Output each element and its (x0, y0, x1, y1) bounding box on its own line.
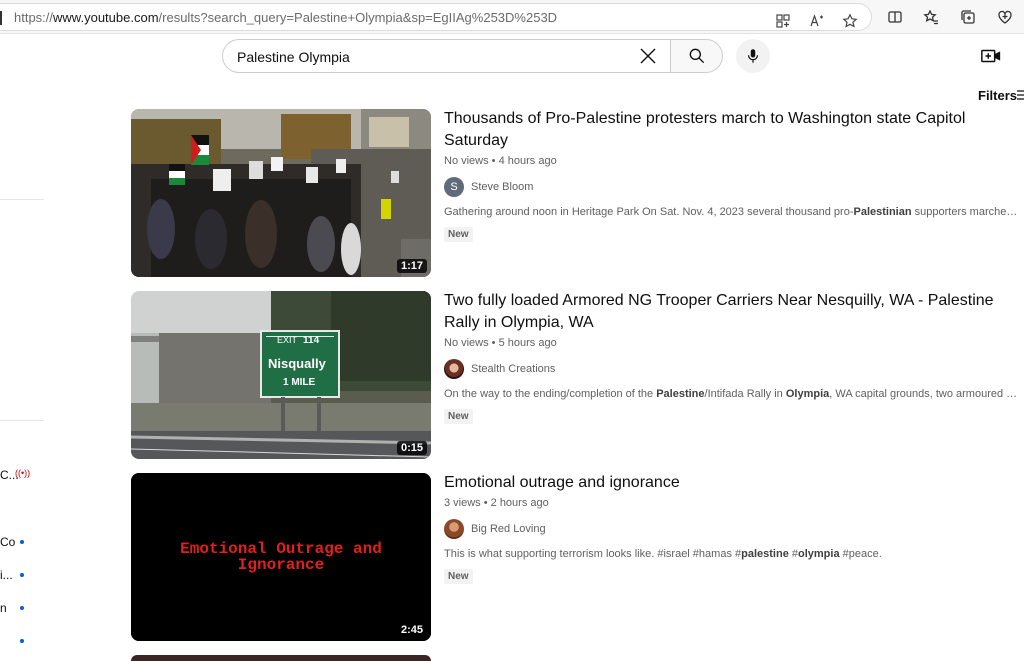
sidebar-item-subscription[interactable]: i... (0, 568, 13, 582)
new-content-dot (20, 639, 24, 643)
close-icon (640, 48, 656, 64)
channel-name[interactable]: Steve Bloom (471, 181, 533, 193)
channel-info[interactable]: Stealth Creations (444, 359, 1022, 379)
channel-avatar[interactable] (444, 359, 464, 379)
read-aloud-icon[interactable] (807, 11, 827, 31)
channel-avatar[interactable] (444, 519, 464, 539)
video-info: Two fully loaded Armored NG Trooper Carr… (444, 291, 1022, 424)
apps-icon[interactable] (773, 11, 793, 31)
new-content-dot (20, 540, 24, 544)
sign-exit-number: 114 (303, 335, 320, 346)
sidebar-item-subscription[interactable]: n (0, 601, 7, 615)
new-content-dot (20, 606, 24, 610)
create-video-button[interactable] (978, 44, 1004, 68)
sidebar-item-subscription[interactable]: Co (0, 535, 15, 549)
clear-search-button[interactable] (636, 44, 660, 68)
video-info: Thousands of Pro-Palestine protesters ma… (444, 109, 1022, 242)
channel-info[interactable]: Big Red Loving (444, 519, 1022, 539)
microphone-icon (747, 49, 759, 63)
search-icon (689, 48, 704, 64)
video-description: On the way to the ending/completion of t… (444, 388, 1022, 400)
collections-icon[interactable] (958, 7, 978, 27)
address-url[interactable]: https://www.youtube.com/results?search_q… (14, 10, 557, 25)
address-bar[interactable]: https://www.youtube.com/results?search_q… (0, 3, 872, 31)
favorites-icon[interactable] (921, 7, 941, 27)
video-duration: 1:17 (396, 259, 427, 273)
protest-march-image (131, 109, 431, 277)
video-result[interactable]: EXIT 114 Nisqually 1 MILE 0:15 Two fully… (131, 291, 1024, 461)
extensions-heart-icon[interactable] (995, 7, 1015, 27)
search-query-text[interactable]: Palestine Olympia (237, 49, 350, 65)
channel-info[interactable]: S Steve Bloom (444, 177, 1022, 197)
channel-avatar[interactable]: S (444, 177, 464, 197)
video-title[interactable]: Two fully loaded Armored NG Trooper Carr… (444, 290, 1022, 334)
new-badge: New (444, 227, 473, 242)
video-thumbnail-partial[interactable] (131, 655, 431, 661)
filters-button[interactable]: Filters (978, 88, 1017, 103)
video-result[interactable]: 1:17 Thousands of Pro-Palestine proteste… (131, 109, 1024, 279)
video-meta: No views • 5 hours ago (444, 337, 557, 349)
video-meta: No views • 4 hours ago (444, 155, 557, 167)
video-thumbnail[interactable]: EXIT 114 Nisqually 1 MILE 0:15 (131, 291, 431, 459)
search-input[interactable]: Palestine Olympia (222, 39, 671, 73)
sign-place-name: Nisqually (268, 356, 327, 371)
live-icon: ((•)) (15, 468, 31, 478)
new-badge: New (444, 569, 473, 584)
video-title[interactable]: Thousands of Pro-Palestine protesters ma… (444, 108, 1022, 152)
sidebar-divider (0, 199, 44, 200)
address-bar-edge (0, 11, 2, 25)
video-duration: 2:45 (396, 623, 427, 637)
video-add-icon (981, 49, 1001, 63)
new-badge: New (444, 409, 473, 424)
video-duration: 0:15 (396, 441, 427, 455)
split-screen-icon[interactable] (885, 7, 905, 27)
video-thumbnail[interactable]: Emotional Outrage and Ignorance 2:45 (131, 473, 431, 641)
video-description: This is what supporting terrorism looks … (444, 548, 882, 560)
new-content-dot (20, 573, 24, 577)
video-info: Emotional outrage and ignorance 3 views … (444, 473, 1022, 584)
browser-toolbar: https://www.youtube.com/results?search_q… (0, 0, 1024, 34)
video-description: Gathering around noon in Heritage Park O… (444, 206, 1022, 218)
video-meta: 3 views • 2 hours ago (444, 497, 549, 509)
thumbnail-caption: Ignorance (238, 556, 324, 574)
channel-name[interactable]: Stealth Creations (471, 363, 555, 375)
sidebar-divider (0, 420, 44, 421)
sign-distance: 1 MILE (283, 377, 316, 388)
search-button[interactable] (670, 39, 723, 73)
sign-exit-label: EXIT (277, 335, 298, 345)
video-title[interactable]: Emotional outrage and ignorance (444, 472, 1022, 494)
video-result[interactable]: Emotional Outrage and Ignorance 2:45 Emo… (131, 473, 1024, 643)
video-thumbnail[interactable]: 1:17 (131, 109, 431, 277)
favorite-star-icon[interactable] (840, 11, 860, 31)
filters-icon[interactable] (1017, 88, 1024, 102)
voice-search-button[interactable] (736, 39, 770, 73)
channel-name[interactable]: Big Red Loving (471, 523, 546, 535)
title-card-image: Emotional Outrage and Ignorance (131, 473, 431, 641)
highway-sign-image: EXIT 114 Nisqually 1 MILE (131, 291, 431, 459)
